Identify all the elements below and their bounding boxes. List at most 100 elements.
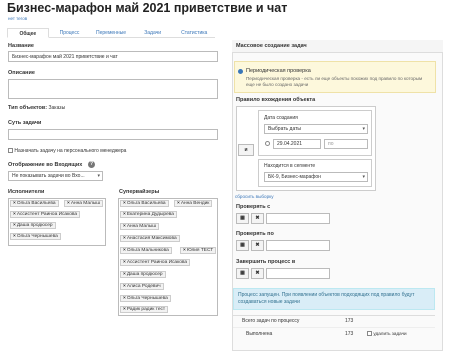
date-to-input[interactable]: по bbox=[324, 139, 368, 149]
calendar-button[interactable]: ▦ bbox=[236, 240, 249, 251]
close-icon: ✖ bbox=[255, 215, 260, 221]
radio-selected-icon bbox=[238, 69, 243, 74]
task-essence-label: Суть задачи bbox=[8, 120, 42, 126]
supervisor-tag[interactable]: ×Анастасия Максимова bbox=[120, 235, 180, 242]
supervisor-tag[interactable]: ×Даша продюсер bbox=[120, 271, 166, 278]
remove-icon[interactable]: × bbox=[123, 260, 126, 265]
remove-icon[interactable]: × bbox=[123, 284, 126, 289]
inbox-display-select[interactable]: Не показывать задачи во Вхо... ▾ bbox=[8, 171, 103, 181]
remove-icon[interactable]: × bbox=[123, 201, 126, 206]
and-operator-button[interactable]: и bbox=[238, 144, 254, 156]
inbox-display-label: Отображение во Входящих bbox=[8, 162, 83, 168]
stats-total-label: Всего задач по процессу bbox=[242, 318, 300, 324]
help-icon[interactable]: ? bbox=[88, 161, 95, 168]
date-created-label: Дата создания bbox=[264, 115, 298, 121]
calendar-button[interactable]: ▦ bbox=[236, 268, 249, 279]
tab-process[interactable]: Процесс bbox=[49, 28, 91, 37]
supervisor-tag[interactable]: ×Алиса Родевич bbox=[120, 283, 164, 290]
object-type-value: Заказы bbox=[48, 105, 66, 111]
calendar-icon: ▦ bbox=[240, 270, 245, 276]
chevron-down-icon: ▾ bbox=[97, 173, 100, 179]
name-label: Название bbox=[8, 43, 34, 49]
executor-tag[interactable]: ×Ольга Чернышева bbox=[10, 233, 61, 240]
tab-variables[interactable]: Переменные bbox=[90, 28, 132, 37]
radio-icon bbox=[265, 141, 270, 146]
remove-icon[interactable]: × bbox=[123, 212, 126, 217]
remove-icon[interactable]: × bbox=[67, 201, 70, 206]
executors-label: Исполнители bbox=[8, 189, 45, 195]
clear-button[interactable]: ✖ bbox=[251, 213, 264, 224]
rule-label: Правило вхождения объекта bbox=[236, 97, 316, 103]
chevron-down-icon: ▾ bbox=[362, 126, 365, 132]
segment-label: Находится в сегменте bbox=[264, 163, 316, 169]
chevron-down-icon: ▾ bbox=[362, 174, 365, 180]
calendar-icon: ▦ bbox=[240, 215, 245, 221]
remove-icon[interactable]: × bbox=[13, 212, 16, 217]
segment-select[interactable]: БК-9, Бизнес-марафон ▾ bbox=[264, 172, 368, 182]
delete-tasks-checkbox[interactable] bbox=[367, 331, 372, 337]
assign-manager-row: Назначать задачу на персонального менедж… bbox=[8, 148, 126, 154]
clear-button[interactable]: ✖ bbox=[251, 240, 264, 251]
date-from-input[interactable]: 29.04.2021 bbox=[273, 139, 321, 149]
supervisor-tag[interactable]: ×Екатерина Дудырева bbox=[120, 211, 177, 218]
check-from-input[interactable] bbox=[266, 213, 330, 224]
inbox-display-value: Не показывать задачи во Вхо... bbox=[12, 173, 85, 179]
supervisors-label: Супервайзеры bbox=[119, 189, 160, 195]
clear-button[interactable]: ✖ bbox=[251, 268, 264, 279]
task-essence-input[interactable] bbox=[8, 129, 218, 140]
remove-icon[interactable]: × bbox=[123, 248, 126, 253]
stats-done-label: Выполнена bbox=[246, 331, 273, 337]
remove-icon[interactable]: × bbox=[123, 272, 126, 277]
tab-general[interactable]: Общее bbox=[7, 28, 49, 38]
delete-tasks-label: удалить задачи bbox=[373, 331, 407, 336]
executor-tag[interactable]: ×Даша продюсер bbox=[10, 222, 56, 229]
remove-icon[interactable]: × bbox=[183, 248, 186, 253]
date-select-value: Выбрать даты bbox=[268, 126, 302, 132]
remove-icon[interactable]: × bbox=[123, 307, 126, 312]
object-type: Тип объектов: Заказы bbox=[8, 105, 65, 111]
check-from-label: Проверять с bbox=[236, 204, 271, 210]
reset-selection-link[interactable]: сбросить выборку bbox=[235, 194, 274, 199]
supervisor-tag[interactable]: ×Радик радик тест bbox=[120, 306, 169, 313]
delete-tasks-row: удалить задачи bbox=[367, 331, 407, 337]
date-select[interactable]: Выбрать даты ▾ bbox=[264, 124, 368, 134]
calendar-icon: ▦ bbox=[240, 242, 245, 248]
date-range-radio[interactable] bbox=[265, 141, 270, 148]
mass-task-panel-title: Массовое создание задач bbox=[232, 40, 443, 53]
supervisor-tag[interactable]: ×Юлия ТЕСТ bbox=[180, 247, 217, 254]
assign-manager-checkbox[interactable] bbox=[8, 148, 13, 154]
stats-done-value: 173 bbox=[345, 331, 354, 337]
stats-total-value: 173 bbox=[345, 318, 354, 324]
tab-tasks[interactable]: Задачи bbox=[132, 28, 174, 37]
supervisor-tag[interactable]: ×Ольга Васильева bbox=[120, 200, 169, 207]
periodic-check-radio[interactable] bbox=[238, 69, 243, 76]
finish-process-label: Завершить процесс в bbox=[236, 259, 296, 265]
remove-icon[interactable]: × bbox=[123, 296, 126, 301]
executor-tag[interactable]: ×Анна Малыш bbox=[64, 200, 104, 207]
supervisor-tag[interactable]: ×Ольга Мальникова bbox=[120, 247, 172, 254]
tab-bar: Общее Процесс Переменные Задачи Статисти… bbox=[7, 28, 215, 38]
remove-icon[interactable]: × bbox=[13, 223, 16, 228]
description-textarea[interactable] bbox=[8, 79, 218, 99]
remove-icon[interactable]: × bbox=[123, 236, 126, 241]
tab-statistics[interactable]: Статистика bbox=[173, 28, 215, 37]
check-until-label: Проверять по bbox=[236, 231, 274, 237]
finish-process-input[interactable] bbox=[266, 268, 330, 279]
remove-icon[interactable]: × bbox=[13, 234, 16, 239]
remove-icon[interactable]: × bbox=[123, 224, 126, 229]
tags-link[interactable]: нет тегов bbox=[8, 16, 27, 21]
remove-icon[interactable]: × bbox=[177, 201, 180, 206]
remove-icon[interactable]: × bbox=[13, 201, 16, 206]
supervisor-tag[interactable]: ×Ассистент Раиноа Исакова bbox=[120, 259, 191, 266]
executor-tag[interactable]: ×Ольга Васильева bbox=[10, 200, 59, 207]
supervisor-tag[interactable]: ×Анна Малыш bbox=[120, 223, 160, 230]
calendar-button[interactable]: ▦ bbox=[236, 213, 249, 224]
executor-tag[interactable]: ×Ассистент Раиноа Исакова bbox=[10, 211, 81, 218]
check-until-input[interactable] bbox=[266, 240, 330, 251]
name-input[interactable]: Бизнес-марафон май 2021 приветствие и ча… bbox=[8, 51, 218, 62]
divider bbox=[233, 327, 435, 328]
segment-select-value: БК-9, Бизнес-марафон bbox=[268, 174, 321, 180]
assign-manager-label: Назначать задачу на персонального менедж… bbox=[14, 148, 127, 154]
supervisor-tag[interactable]: ×Ольга Чернышева bbox=[120, 295, 171, 302]
supervisor-tag[interactable]: ×Анна Вендик bbox=[174, 200, 213, 207]
